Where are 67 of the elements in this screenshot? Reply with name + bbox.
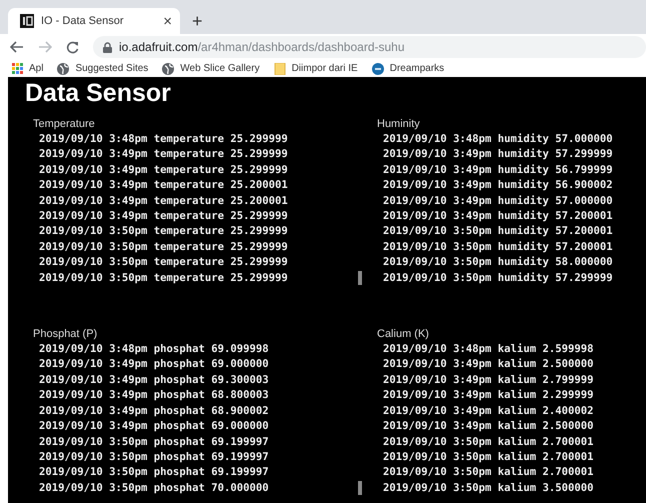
log-line: 2019/09/10 3:50pm kalium 2.700001 (383, 465, 594, 480)
url-text: io.adafruit.com/ar4hman/dashboards/dashboard-suhu (119, 40, 405, 54)
back-icon[interactable] (10, 41, 24, 53)
log-line: 2019/09/10 3:48pm humidity 57.000000 (383, 132, 614, 147)
log-line: 2019/09/10 3:50pm temperature 25.299999 (39, 270, 289, 286)
log-line: 2019/09/10 3:49pm temperature 25.299999 (39, 147, 289, 162)
panel-title: Temperature (33, 117, 96, 132)
log-line: 2019/09/10 3:49pm phosphat 68.800003 (39, 388, 270, 404)
log-line: 2019/09/10 3:49pm kalium 2.500000 (383, 419, 594, 434)
log-line: 2019/09/10 3:50pm phosphat 69.199997 (39, 465, 270, 480)
panel-title: Phosphat (P) (33, 327, 98, 342)
address-bar[interactable]: io.adafruit.com/ar4hman/dashboards/dashboard-suhu (93, 36, 646, 58)
log-line: 2019/09/10 3:49pm phosphat 69.000000 (39, 357, 270, 372)
new-tab-button[interactable]: + (192, 12, 203, 30)
log-line: 2019/09/10 3:49pm phosphat 69.300003 (39, 372, 270, 388)
log-line: 2019/09/10 3:49pm kalium 2.500000 (383, 357, 594, 372)
log-line: 2019/09/10 3:50pm humidity 57.200001 (383, 240, 614, 255)
log-line: 2019/09/10 3:49pm humidity 56.900002 (383, 178, 614, 194)
bookmark-item[interactable]: Diimpor dari IE (274, 62, 358, 74)
close-tab-button[interactable]: × (163, 14, 172, 28)
log-line: 2019/09/10 3:50pm humidity 58.000000 (383, 255, 614, 270)
panel-title: Calium (K) (377, 327, 430, 342)
log-line: 2019/09/10 3:50pm temperature 25.299999 (39, 224, 289, 240)
panel-title: Huminity (377, 117, 421, 132)
log-line: 2019/09/10 3:49pm kalium 2.400002 (383, 404, 594, 419)
globe-icon (57, 62, 70, 74)
log-line: 2019/09/10 3:49pm humidity 56.799999 (383, 162, 614, 178)
browser-tab[interactable]: IO - Data Sensor × (8, 8, 180, 34)
bookmark-item[interactable]: Apl (12, 63, 44, 74)
bookmark-item[interactable]: Web Slice Gallery (162, 62, 260, 74)
log-line: 2019/09/10 3:48pm phosphat 69.099998 (39, 342, 270, 358)
tab-title: IO - Data Sensor (41, 15, 125, 27)
favicon-icon (20, 14, 34, 28)
log-line: 2019/09/10 3:50pm kalium 2.700001 (383, 434, 594, 450)
log-line: 2019/09/10 3:49pm temperature 25.299999 (39, 162, 289, 178)
log-line: 2019/09/10 3:50pm phosphat 69.199997 (39, 450, 270, 465)
log-line: 2019/09/10 3:50pm kalium 3.500000 (383, 480, 594, 496)
folder-icon (274, 62, 286, 74)
log-line: 2019/09/10 3:48pm temperature 25.299999 (39, 132, 289, 147)
bookmark-item[interactable]: Dreamparks (372, 62, 444, 74)
site-icon (372, 62, 384, 74)
log-line: 2019/09/10 3:49pm phosphat 69.000000 (39, 419, 270, 434)
log-line: 2019/09/10 3:50pm humidity 57.299999 (383, 270, 614, 286)
log-line: 2019/09/10 3:49pm kalium 2.299999 (383, 388, 594, 404)
log-line: 2019/09/10 3:49pm humidity 57.200001 (383, 209, 614, 224)
lock-icon (103, 42, 112, 52)
log-line: 2019/09/10 3:49pm kalium 2.799999 (383, 372, 594, 388)
globe-icon (162, 62, 174, 74)
apps-grid-icon (12, 63, 23, 74)
log-line: 2019/09/10 3:49pm temperature 25.200001 (39, 178, 289, 194)
log-line: 2019/09/10 3:49pm humidity 57.000000 (383, 194, 614, 209)
log-line: 2019/09/10 3:50pm temperature 25.299999 (39, 255, 289, 270)
log-line: 2019/09/10 3:48pm kalium 2.599998 (383, 342, 594, 358)
log-line: 2019/09/10 3:50pm kalium 2.700001 (383, 450, 594, 465)
log-line: 2019/09/10 3:50pm humidity 57.200001 (383, 224, 614, 240)
log-line: 2019/09/10 3:50pm phosphat 70.000000 (39, 480, 270, 496)
log-line: 2019/09/10 3:50pm phosphat 69.199997 (39, 434, 270, 450)
bookmark-item[interactable]: Suggested Sites (57, 62, 148, 74)
page-title: Data Sensor (25, 78, 172, 108)
log-line: 2019/09/10 3:49pm temperature 25.200001 (39, 194, 289, 209)
log-line: 2019/09/10 3:49pm humidity 57.299999 (383, 147, 614, 162)
scrollbar-thumb[interactable] (358, 271, 362, 286)
log-line: 2019/09/10 3:49pm temperature 25.299999 (39, 209, 289, 224)
log-line: 2019/09/10 3:49pm phosphat 68.900002 (39, 404, 270, 419)
log-line: 2019/09/10 3:50pm temperature 25.299999 (39, 240, 289, 255)
scrollbar-thumb[interactable] (358, 481, 362, 496)
reload-icon[interactable] (66, 40, 79, 54)
